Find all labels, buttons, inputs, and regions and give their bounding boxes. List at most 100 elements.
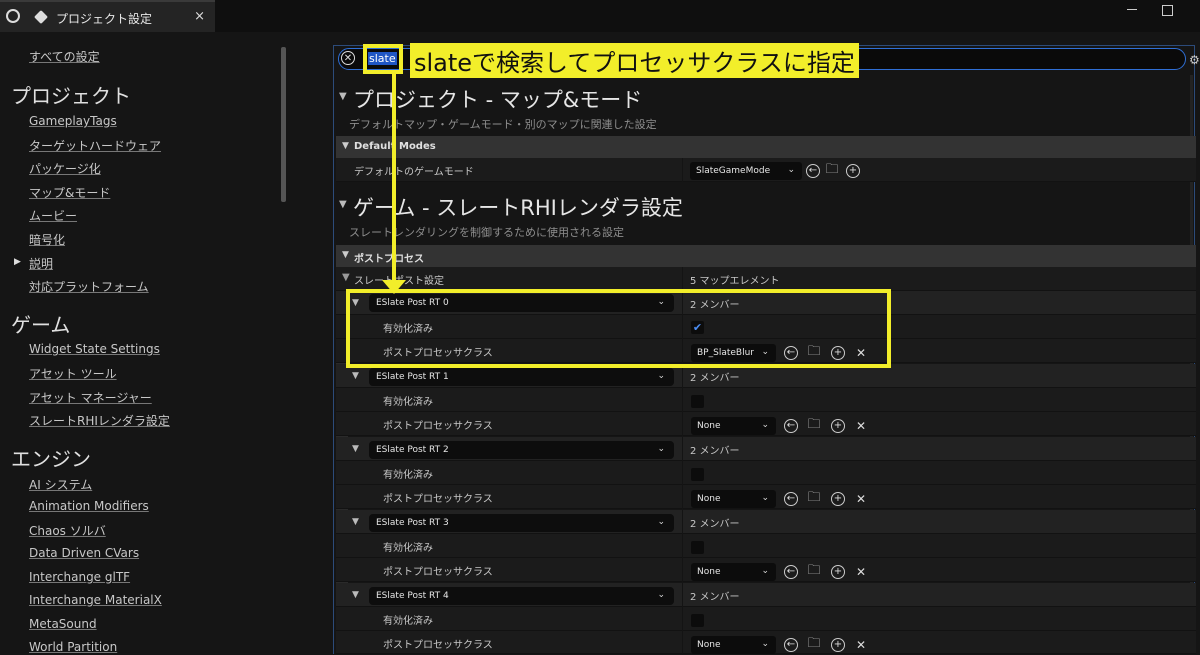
enabled-checkbox[interactable] (691, 468, 704, 481)
sidebar-item[interactable]: ムービー (29, 207, 77, 224)
arrow-left-circle-icon[interactable]: ← (784, 419, 798, 433)
plus-circle-icon[interactable]: + (831, 565, 845, 579)
sidebar-item[interactable]: GameplayTags (29, 114, 117, 128)
property-row-enabled: 有効化済み (336, 607, 1196, 631)
folder-search-icon[interactable]: 🗀 (825, 163, 839, 177)
sidebar-item[interactable]: 説明 (29, 255, 53, 272)
x-icon[interactable]: ✕ (854, 565, 868, 579)
minimize-button[interactable] (1127, 9, 1137, 10)
property-label: ポストプロセッサクラス (383, 640, 493, 651)
arrow-left-circle-icon[interactable]: ← (784, 492, 798, 506)
processor-class-dropdown[interactable]: None ⌄ (691, 636, 776, 654)
chevron-down-icon: ⌄ (761, 493, 769, 503)
plus-circle-icon[interactable]: + (831, 419, 845, 433)
column-divider[interactable] (682, 461, 683, 485)
enabled-checkbox[interactable] (691, 541, 704, 554)
x-icon[interactable]: ✕ (854, 638, 868, 652)
arrow-left-circle-icon[interactable]: ← (806, 164, 820, 178)
property-label: ポストプロセッサクラス (383, 567, 493, 578)
element-key: ESlate Post RT 3 (376, 518, 449, 528)
sidebar-item[interactable]: ターゲットハードウェア (29, 137, 161, 154)
sidebar-item[interactable]: アセット マネージャー (29, 389, 152, 406)
processor-class-dropdown[interactable]: None ⌄ (691, 490, 776, 508)
sidebar-item-all-settings[interactable]: すべての設定 (29, 48, 100, 65)
collapse-arrow-icon[interactable]: ▼ (352, 444, 359, 454)
category-post-process[interactable]: ▼ ポストプロセス (336, 245, 1196, 267)
collapse-arrow-icon[interactable]: ▼ (342, 141, 349, 151)
collapse-section-icon[interactable]: ▼ (339, 199, 347, 210)
column-divider[interactable] (682, 158, 683, 182)
plus-circle-icon[interactable]: + (846, 164, 860, 178)
enabled-checkbox[interactable] (691, 395, 704, 408)
sidebar-item[interactable]: Widget State Settings (29, 342, 160, 356)
arrow-left-circle-icon[interactable]: ← (784, 565, 798, 579)
processor-class-dropdown[interactable]: None ⌄ (691, 417, 776, 435)
element-key-dropdown[interactable]: ESlate Post RT 4 ⌄ (369, 587, 674, 605)
element-key-dropdown[interactable]: ESlate Post RT 2 ⌄ (369, 441, 674, 459)
dropdown-value: None (697, 494, 721, 504)
column-divider[interactable] (682, 437, 683, 461)
expand-arrow-icon[interactable]: ▶ (14, 257, 21, 267)
arrow-left-circle-icon[interactable]: ← (784, 638, 798, 652)
plus-circle-icon[interactable]: + (831, 638, 845, 652)
column-divider[interactable] (682, 631, 683, 655)
column-divider[interactable] (682, 388, 683, 412)
processor-class-dropdown[interactable]: None ⌄ (691, 563, 776, 581)
column-divider[interactable] (682, 510, 683, 534)
collapse-arrow-icon[interactable]: ▼ (342, 250, 349, 260)
sidebar-item[interactable]: Animation Modifiers (29, 499, 149, 513)
element-key-dropdown[interactable]: ESlate Post RT 3 ⌄ (369, 514, 674, 532)
unreal-logo-icon (6, 9, 20, 23)
collapse-arrow-icon[interactable]: ▼ (352, 371, 359, 381)
sidebar-item[interactable]: パッケージ化 (29, 160, 101, 177)
plus-circle-icon[interactable]: + (831, 492, 845, 506)
clear-search-icon[interactable]: ✕ (341, 51, 355, 65)
section-title-slate: ゲーム - スレートRHIレンダラ設定 (353, 196, 683, 220)
sidebar-item[interactable]: Chaos ソルバ (29, 522, 106, 539)
sidebar-item[interactable]: 対応プラットフォーム (29, 278, 149, 295)
tab-project-settings[interactable]: プロジェクト設定 × (0, 0, 215, 32)
column-divider[interactable] (682, 485, 683, 509)
x-icon[interactable]: ✕ (854, 492, 868, 506)
chevron-down-icon: ⌄ (761, 420, 769, 430)
property-label: ポストプロセッサクラス (383, 494, 493, 505)
enabled-checkbox[interactable] (691, 614, 704, 627)
category-default-modes[interactable]: ▼ Default Modes (336, 136, 1196, 158)
folder-search-icon[interactable]: 🗀 (807, 491, 821, 505)
sidebar-item[interactable]: MetaSound (29, 617, 97, 631)
folder-search-icon[interactable]: 🗀 (807, 418, 821, 432)
column-divider[interactable] (682, 607, 683, 631)
sidebar-item[interactable]: Interchange glTF (29, 570, 130, 584)
column-divider[interactable] (682, 583, 683, 607)
chevron-down-icon: ⌄ (657, 444, 665, 454)
sidebar-item[interactable]: Data Driven CVars (29, 546, 139, 560)
element-key-dropdown[interactable]: ESlate Post RT 1 ⌄ (369, 368, 674, 386)
property-label: デフォルトのゲームモード (354, 167, 474, 178)
collapse-arrow-icon[interactable]: ▼ (352, 517, 359, 527)
sidebar-item[interactable]: 暗号化 (29, 231, 65, 248)
column-divider[interactable] (682, 534, 683, 558)
game-mode-dropdown[interactable]: SlateGameMode ⌄ (690, 162, 802, 180)
property-label: 有効化済み (383, 397, 433, 408)
sidebar-item[interactable]: AI システム (29, 476, 92, 493)
collapse-arrow-icon[interactable]: ▼ (352, 590, 359, 600)
folder-search-icon[interactable]: 🗀 (807, 637, 821, 651)
sidebar-item[interactable]: スレートRHIレンダラ設定 (29, 412, 170, 429)
sidebar-item[interactable]: Interchange MaterialX (29, 593, 162, 607)
sidebar-item[interactable]: マップ&モード (29, 184, 110, 201)
column-divider[interactable] (682, 267, 683, 291)
settings-gear-icon[interactable]: ⚙ (1189, 53, 1200, 67)
tab-close-icon[interactable]: × (194, 9, 205, 24)
column-divider[interactable] (682, 412, 683, 436)
maximize-button[interactable] (1162, 5, 1173, 16)
folder-search-icon[interactable]: 🗀 (807, 564, 821, 578)
member-count: 2 メンバー (690, 373, 740, 384)
sidebar-scrollbar[interactable] (281, 47, 286, 202)
collapse-arrow-icon[interactable]: ▼ (342, 272, 350, 283)
x-icon[interactable]: ✕ (854, 419, 868, 433)
column-divider[interactable] (682, 558, 683, 582)
collapse-section-icon[interactable]: ▼ (339, 91, 347, 102)
sidebar-item[interactable]: アセット ツール (29, 365, 117, 382)
sidebar-item[interactable]: World Partition (29, 640, 117, 654)
chevron-down-icon: ⌄ (657, 590, 665, 600)
